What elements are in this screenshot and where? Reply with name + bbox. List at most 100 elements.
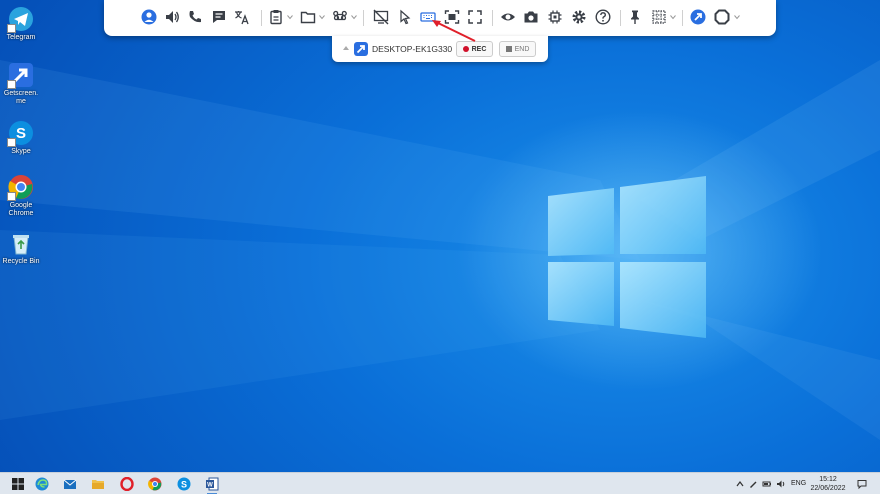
clipboard-button[interactable] bbox=[267, 8, 285, 26]
taskbar-chrome[interactable] bbox=[147, 476, 163, 492]
translate-button[interactable] bbox=[233, 8, 251, 26]
desktop-icon-recycle-bin[interactable]: Recycle Bin bbox=[2, 230, 40, 266]
clipboard-icon bbox=[270, 10, 282, 25]
end-session-button[interactable]: END bbox=[499, 41, 536, 57]
view-only-button[interactable] bbox=[499, 8, 517, 26]
taskbar-clock[interactable]: 15:12 22/06/2022 bbox=[808, 475, 848, 493]
system-info-button[interactable] bbox=[546, 8, 564, 26]
chrome-icon bbox=[148, 477, 162, 491]
show-hidden-icons-button[interactable] bbox=[735, 477, 745, 491]
user-button[interactable] bbox=[140, 8, 158, 26]
toolbar-divider bbox=[492, 10, 493, 26]
taskbar-word[interactable]: W bbox=[204, 476, 220, 494]
octagon-icon bbox=[714, 9, 730, 25]
taskbar-edge[interactable] bbox=[34, 476, 50, 492]
volume-icon bbox=[777, 480, 785, 488]
telegram-icon bbox=[7, 6, 34, 33]
grid-button[interactable] bbox=[650, 8, 668, 26]
desktop-icon-label: Google Chrome bbox=[8, 202, 34, 217]
command-button[interactable] bbox=[331, 8, 349, 26]
desktop-icon-getscreen[interactable]: Getscreen.me bbox=[2, 62, 40, 106]
svg-text:S: S bbox=[16, 125, 26, 142]
folder-icon bbox=[92, 480, 104, 489]
recycle-bin-icon bbox=[8, 230, 34, 256]
folder-button[interactable] bbox=[299, 8, 317, 26]
user-icon bbox=[141, 9, 157, 25]
cursor-icon bbox=[400, 9, 411, 25]
toolbar-divider bbox=[620, 10, 621, 26]
volume-tray-button[interactable] bbox=[776, 477, 786, 491]
taskbar-mail[interactable] bbox=[62, 476, 78, 492]
desktop-icon-label: Skype bbox=[11, 148, 31, 155]
chevron-down-icon[interactable] bbox=[319, 14, 325, 20]
edge-icon bbox=[35, 477, 49, 491]
getscreen-icon bbox=[354, 42, 368, 56]
chevron-down-icon[interactable] bbox=[287, 14, 293, 20]
sound-icon bbox=[166, 11, 179, 23]
toolbar-divider bbox=[363, 10, 364, 26]
screenshot-button[interactable] bbox=[522, 8, 540, 26]
stop-icon bbox=[505, 46, 512, 52]
clock-date: 22/06/2022 bbox=[810, 485, 846, 492]
word-icon: W bbox=[206, 477, 219, 491]
annotation-arrow-icon bbox=[432, 20, 476, 42]
getscreen-logo-icon bbox=[690, 9, 706, 25]
battery-icon bbox=[762, 481, 771, 487]
svg-text:S: S bbox=[181, 480, 187, 490]
desktop-icon-label: Telegram bbox=[6, 34, 36, 41]
pin-icon bbox=[631, 10, 639, 24]
language-indicator[interactable]: ENG bbox=[791, 480, 806, 487]
svg-text:W: W bbox=[207, 483, 213, 489]
translate-icon bbox=[235, 11, 249, 25]
taskbar-file-explorer[interactable] bbox=[90, 476, 106, 492]
chat-button[interactable] bbox=[210, 8, 228, 26]
skype-icon: S bbox=[7, 120, 34, 147]
chevron-down-icon[interactable] bbox=[351, 14, 357, 20]
help-button[interactable] bbox=[594, 8, 612, 26]
sound-button[interactable] bbox=[163, 8, 181, 26]
desktop-icon-chrome[interactable]: Google Chrome bbox=[2, 174, 40, 218]
command-icon bbox=[333, 10, 347, 21]
phone-button[interactable] bbox=[186, 8, 204, 26]
desktop-icon-label: Recycle Bin bbox=[2, 258, 40, 265]
chevron-up-icon[interactable] bbox=[342, 45, 350, 51]
settings-button[interactable] bbox=[570, 8, 588, 26]
opera-icon bbox=[120, 477, 134, 491]
taskbar-opera[interactable] bbox=[119, 476, 135, 492]
monitor-off-button[interactable] bbox=[372, 8, 390, 26]
toolbar-divider bbox=[261, 10, 262, 26]
chevron-down-icon[interactable] bbox=[670, 14, 676, 20]
getscreen-icon bbox=[7, 62, 34, 89]
notifications-button[interactable] bbox=[857, 477, 867, 491]
camera-icon bbox=[524, 11, 538, 23]
chevron-up-icon bbox=[736, 481, 744, 487]
pen-icon bbox=[750, 481, 757, 488]
gear-icon bbox=[572, 10, 586, 24]
skype-icon: S bbox=[177, 477, 191, 491]
folder-icon bbox=[300, 11, 316, 24]
taskbar: S W ENG 15:12 22/06/2022 bbox=[0, 472, 880, 494]
battery-tray-button[interactable] bbox=[762, 477, 772, 491]
chevron-down-icon[interactable] bbox=[734, 14, 740, 20]
taskbar-skype[interactable]: S bbox=[176, 476, 192, 492]
desktop: Telegram Getscreen.me S Skype Google Chr… bbox=[0, 0, 880, 472]
extensions-button[interactable] bbox=[713, 8, 731, 26]
record-icon bbox=[462, 46, 469, 52]
desktop-icon-telegram[interactable]: Telegram bbox=[2, 6, 40, 42]
desktop-icon-skype[interactable]: S Skype bbox=[2, 120, 40, 156]
grid-icon bbox=[652, 10, 666, 24]
cursor-button[interactable] bbox=[396, 8, 414, 26]
eye-icon bbox=[501, 13, 515, 21]
pin-button[interactable] bbox=[626, 8, 644, 26]
notification-icon bbox=[857, 480, 867, 489]
help-icon bbox=[595, 9, 611, 25]
clock-time: 15:12 bbox=[819, 476, 837, 483]
pen-tray-button[interactable] bbox=[748, 477, 758, 491]
remote-host-name: DESKTOP-EK1G330 bbox=[372, 44, 453, 54]
start-button[interactable] bbox=[10, 476, 26, 492]
monitor-off-icon bbox=[373, 9, 389, 25]
chrome-icon bbox=[7, 174, 34, 201]
wallpaper-light-beams bbox=[0, 60, 880, 440]
chat-icon bbox=[213, 11, 225, 23]
getscreen-menu-button[interactable] bbox=[689, 8, 707, 26]
